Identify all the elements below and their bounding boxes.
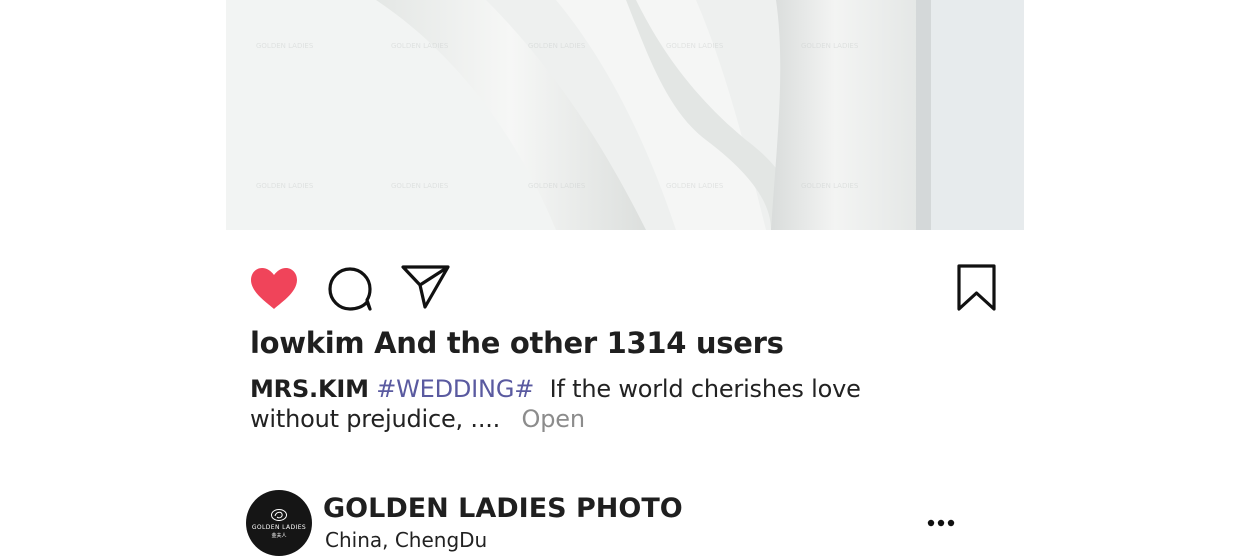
svg-text:GOLDEN LADIES: GOLDEN LADIES	[528, 42, 586, 50]
svg-text:GOLDEN LADIES: GOLDEN LADIES	[666, 182, 724, 190]
bookmark-icon[interactable]	[956, 264, 998, 312]
post-photo[interactable]: GOLDEN LADIES GOLDEN LADIES GOLDEN LADIE…	[226, 0, 1024, 230]
avatar-logo-text: GOLDEN LADIES	[251, 523, 307, 531]
post-caption: MRS.KIM #WEDDING# If the world cherishes…	[250, 374, 950, 434]
avatar[interactable]: GOLDEN LADIES 金夫人	[246, 490, 312, 556]
svg-text:GOLDEN LADIES: GOLDEN LADIES	[666, 42, 724, 50]
comment-icon[interactable]	[327, 266, 373, 312]
account-name[interactable]: GOLDEN LADIES PHOTO	[323, 493, 683, 524]
avatar-logo-subtext: 金夫人	[271, 532, 287, 539]
svg-text:GOLDEN LADIES: GOLDEN LADIES	[528, 182, 586, 190]
svg-text:GOLDEN LADIES: GOLDEN LADIES	[801, 182, 859, 190]
more-horizontal-icon[interactable]	[926, 517, 956, 529]
likes-count[interactable]: lowkim And the other 1314 users	[250, 326, 784, 360]
svg-text:GOLDEN LADIES: GOLDEN LADIES	[391, 182, 449, 190]
account-location[interactable]: China, ChengDu	[325, 528, 487, 552]
svg-text:GOLDEN LADIES: GOLDEN LADIES	[801, 42, 859, 50]
caption-username[interactable]: MRS.KIM	[250, 375, 369, 403]
svg-text:GOLDEN LADIES: GOLDEN LADIES	[256, 182, 314, 190]
send-icon[interactable]	[401, 264, 451, 310]
open-caption-link[interactable]: Open	[522, 405, 586, 433]
caption-hashtag[interactable]: #WEDDING#	[376, 375, 534, 403]
dress-photo-graphic: GOLDEN LADIES GOLDEN LADIES GOLDEN LADIE…	[226, 0, 1024, 230]
svg-text:GOLDEN LADIES: GOLDEN LADIES	[391, 42, 449, 50]
svg-text:GOLDEN LADIES: GOLDEN LADIES	[256, 42, 314, 50]
brand-logo-icon	[271, 508, 287, 521]
heart-icon[interactable]	[249, 267, 299, 311]
